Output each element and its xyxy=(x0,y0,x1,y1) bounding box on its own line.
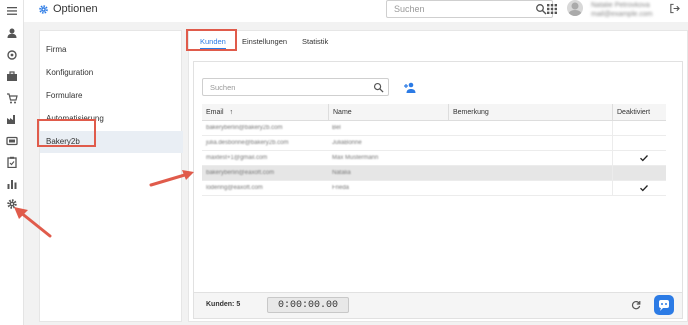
logout-icon[interactable] xyxy=(669,3,680,14)
factory-icon[interactable] xyxy=(5,112,19,126)
global-search-input[interactable]: Suchen xyxy=(386,0,553,18)
target-icon[interactable] xyxy=(5,48,19,62)
refresh-icon[interactable] xyxy=(631,300,641,310)
divider xyxy=(612,151,613,166)
cell-name: Max Mustermann xyxy=(332,155,379,161)
nav-item-konfiguration[interactable]: Konfiguration xyxy=(40,62,183,84)
page-title: Optionen xyxy=(38,3,98,15)
content-area: Firma Konfiguration Formulare Automatisi… xyxy=(24,22,688,325)
table-row-selected[interactable]: bakeryberlin@eaxoft.com Natalia xyxy=(202,166,666,181)
cell-email: julia.desbonne@bakery2b.com xyxy=(206,140,289,146)
customer-search-input[interactable]: Suchen xyxy=(202,78,389,96)
annotation-arrow-gear xyxy=(14,207,52,238)
nav-item-firma[interactable]: Firma xyxy=(40,39,183,61)
highlight-bakery2b xyxy=(37,119,96,147)
customers-panel: Kunden Einstellungen Statistik Suchen Em… xyxy=(188,30,688,322)
cell-email: bakeryberlin@eaxoft.com xyxy=(206,170,275,176)
sort-arrow-icon[interactable]: ↑ xyxy=(229,109,233,116)
checkmark-icon[interactable] xyxy=(639,183,649,193)
card-icon[interactable] xyxy=(5,134,19,148)
chat-bot-icon xyxy=(659,300,669,311)
cell-name: Natalia xyxy=(332,170,351,176)
tab-statistik[interactable]: Statistik xyxy=(302,35,328,49)
col-header-email[interactable]: Email ↑ xyxy=(202,104,328,121)
customer-count: Kunden: 5 xyxy=(206,301,241,308)
timer-display: 0:00:00.00 xyxy=(267,297,349,313)
divider xyxy=(612,166,613,181)
divider xyxy=(612,121,613,136)
checkmark-icon[interactable] xyxy=(639,153,649,163)
table-row[interactable]: maxtest+1@gmail.com Max Mustermann xyxy=(202,151,666,166)
clipboard-icon[interactable] xyxy=(5,155,19,169)
cart-icon[interactable] xyxy=(5,91,19,105)
menu-icon[interactable] xyxy=(5,4,19,18)
customers-card: Suchen Email ↑ Name Bemerkung Deaktivier… xyxy=(193,61,683,319)
search-icon[interactable] xyxy=(535,3,547,15)
col-header-name[interactable]: Name xyxy=(328,104,448,121)
annotation-arrow-row xyxy=(149,170,194,187)
bar-chart-icon[interactable] xyxy=(5,177,19,191)
table-row[interactable]: julia.desbonne@bakery2b.com JuliaBonne xyxy=(202,136,666,151)
avatar[interactable] xyxy=(567,0,583,16)
col-header-bemerkung[interactable]: Bemerkung xyxy=(448,104,612,121)
cell-email: bakeryberlin@bakery2b.com xyxy=(206,125,283,131)
customer-search-placeholder: Suchen xyxy=(210,83,236,92)
cell-email: maxtest+1@gmail.com xyxy=(206,155,268,161)
table-footer: Kunden: 5 0:00:00.00 xyxy=(194,292,682,318)
gear-icon xyxy=(39,4,48,14)
cell-name: JuliaBonne xyxy=(332,140,362,146)
page-title-text: Optionen xyxy=(53,3,98,15)
divider xyxy=(612,181,613,196)
briefcase-icon[interactable] xyxy=(5,69,19,83)
cell-email: lodering@eaxoft.com xyxy=(206,185,263,191)
user-info: Natalie Petrovkova mail@example.com xyxy=(591,1,653,19)
icon-rail xyxy=(0,0,24,325)
col-header-deaktiviert[interactable]: Deaktiviert xyxy=(612,104,666,121)
help-chat-button[interactable] xyxy=(654,295,674,315)
divider xyxy=(612,136,613,151)
top-bar: Optionen Suchen Natalie Petrovkova mail@… xyxy=(24,0,688,22)
user-name: Natalie Petrovkova xyxy=(591,2,650,9)
table-row[interactable]: bakeryberlin@bakery2b.com Bel xyxy=(202,121,666,136)
apps-grid-icon[interactable] xyxy=(547,4,557,14)
search-icon[interactable] xyxy=(373,82,384,93)
cell-name: Frieda xyxy=(332,185,350,191)
person-icon[interactable] xyxy=(5,26,19,40)
add-user-icon[interactable] xyxy=(404,82,416,93)
nav-item-formulare[interactable]: Formulare xyxy=(40,85,183,107)
global-search-placeholder: Suchen xyxy=(394,4,425,14)
user-email: mail@example.com xyxy=(591,11,653,18)
highlight-tab-kunden xyxy=(186,29,237,51)
cell-name: Bel xyxy=(332,125,341,131)
tab-einstellungen[interactable]: Einstellungen xyxy=(242,35,287,49)
table-row[interactable]: lodering@eaxoft.com Frieda xyxy=(202,181,666,196)
